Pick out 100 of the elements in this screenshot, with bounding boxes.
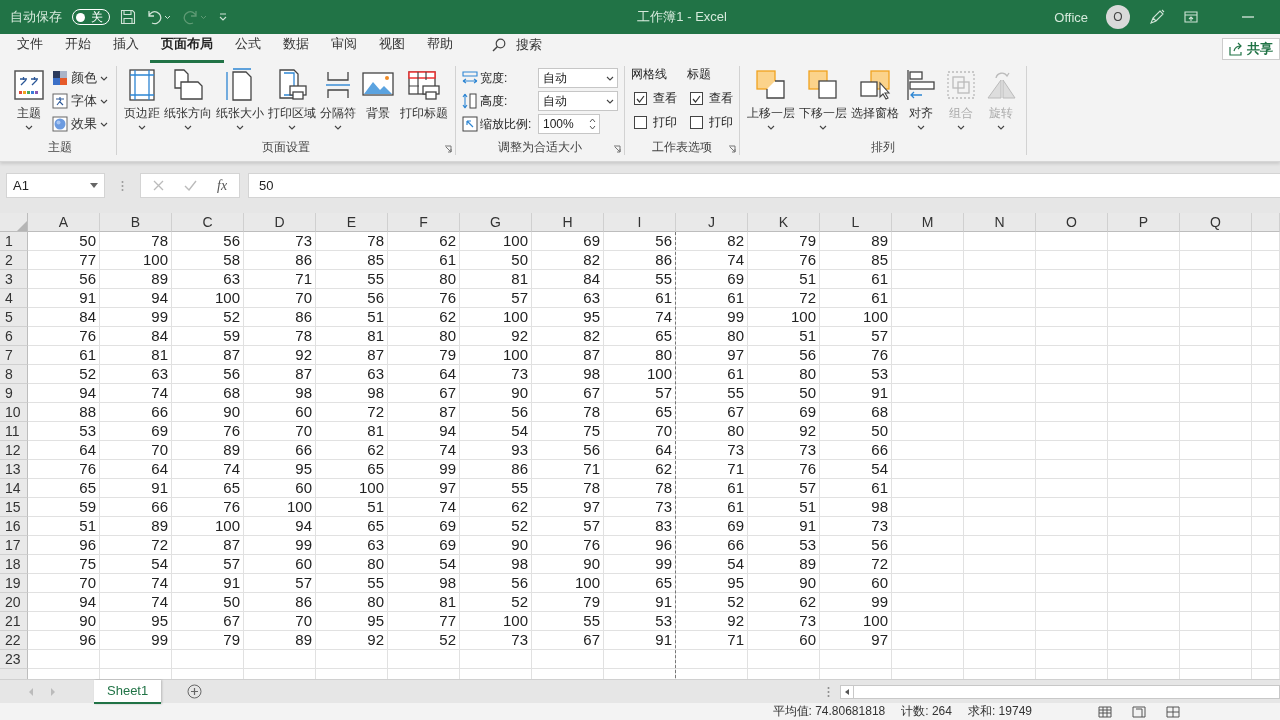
formula-field[interactable]: 50 [248, 173, 1280, 198]
column-header[interactable]: Q [1180, 213, 1252, 232]
row-header[interactable]: 14 [0, 479, 28, 498]
row-header[interactable]: 6 [0, 327, 28, 346]
ribbon-button[interactable]: 纸张大小 [215, 66, 265, 132]
row-header[interactable]: 10 [0, 403, 28, 422]
table-cell: 99 [820, 593, 892, 612]
table-cell: 85 [316, 251, 388, 270]
dropdown-field[interactable]: 自动 [538, 68, 618, 88]
table-cell: 52 [676, 593, 748, 612]
ribbon-button[interactable]: 选择窗格 [850, 66, 900, 124]
share-button[interactable]: 共享 [1222, 38, 1280, 60]
row-header[interactable]: 11 [0, 422, 28, 441]
table-cell: 75 [28, 555, 100, 574]
ribbon-button[interactable]: 上移一层 [746, 66, 796, 132]
column-header[interactable]: O [1036, 213, 1108, 232]
row-header[interactable]: 2 [0, 251, 28, 270]
ribbon-button[interactable]: 背景 [359, 66, 397, 124]
column-header[interactable]: A [28, 213, 100, 232]
menu-tab[interactable]: 开始 [54, 35, 102, 63]
row-header[interactable]: 13 [0, 460, 28, 479]
table-cell: 100 [172, 517, 244, 536]
table-cell: 73 [676, 441, 748, 460]
search-box[interactable]: 搜索 [486, 35, 548, 62]
column-header[interactable]: K [748, 213, 820, 232]
row-header[interactable]: 19 [0, 574, 28, 593]
column-header[interactable]: E [316, 213, 388, 232]
column-header[interactable]: J [676, 213, 748, 232]
ribbon-button[interactable]: 对齐 [902, 66, 940, 132]
table-cell: 100 [100, 251, 172, 270]
row-header[interactable]: 18 [0, 555, 28, 574]
menu-tab[interactable]: 视图 [368, 35, 416, 63]
row-header[interactable]: 1 [0, 232, 28, 251]
row-header[interactable]: 4 [0, 289, 28, 308]
row-header[interactable]: 8 [0, 365, 28, 384]
table-cell: 66 [820, 441, 892, 460]
spinner-field[interactable]: 100% [538, 114, 600, 134]
table-cell: 78 [532, 479, 604, 498]
ribbon-button[interactable]: 下移一层 [798, 66, 848, 132]
column-header[interactable]: G [460, 213, 532, 232]
row-header[interactable]: 12 [0, 441, 28, 460]
menu-tab[interactable]: 帮助 [416, 35, 464, 63]
row-header[interactable]: 21 [0, 612, 28, 631]
column-header[interactable]: P [1108, 213, 1180, 232]
table-cell: 87 [244, 365, 316, 384]
ribbon-button[interactable]: 效果 [50, 114, 110, 134]
ribbon-button[interactable]: 打印标题 [399, 66, 449, 124]
table-cell: 95 [316, 612, 388, 631]
table-cell: 79 [532, 593, 604, 612]
table-cell: 56 [316, 289, 388, 308]
row-header[interactable]: 17 [0, 536, 28, 555]
table-cell: 89 [748, 555, 820, 574]
name-box[interactable]: A1 [6, 173, 105, 198]
column-header[interactable]: D [244, 213, 316, 232]
row-header[interactable]: 3 [0, 270, 28, 289]
ribbon-button[interactable]: 字体 [50, 91, 110, 111]
insert-function-button[interactable]: fx [217, 177, 228, 194]
ribbon-button[interactable]: 主题 [10, 66, 48, 132]
row-header[interactable]: 7 [0, 346, 28, 365]
column-header[interactable]: F [388, 213, 460, 232]
column-header[interactable]: B [100, 213, 172, 232]
row-header[interactable]: 22 [0, 631, 28, 650]
table-cell: 57 [244, 574, 316, 593]
table-cell: 52 [388, 631, 460, 650]
table-cell: 56 [28, 270, 100, 289]
menu-tab[interactable]: 插入 [102, 35, 150, 63]
table-cell: 92 [460, 327, 532, 346]
column-header[interactable]: M [892, 213, 964, 232]
column-header[interactable]: I [604, 213, 676, 232]
sheet-tab[interactable]: Sheet1 [94, 679, 162, 704]
row-header[interactable]: 9 [0, 384, 28, 403]
menu-tab[interactable]: 文件 [6, 35, 54, 63]
checkbox-label: 查看 [709, 90, 733, 107]
table-cell: 90 [28, 612, 100, 631]
row-header[interactable]: 20 [0, 593, 28, 612]
ribbon-button[interactable]: 纸张方向 [163, 66, 213, 132]
column-header[interactable]: H [532, 213, 604, 232]
ribbon-button[interactable]: 页边距 [123, 66, 161, 132]
column-header[interactable]: N [964, 213, 1036, 232]
row-header[interactable]: 23 [0, 650, 28, 669]
table-cell: 69 [532, 232, 604, 251]
menu-tab[interactable]: 审阅 [320, 35, 368, 63]
table-cell: 80 [388, 270, 460, 289]
row-header[interactable]: 5 [0, 308, 28, 327]
table-cell: 72 [820, 555, 892, 574]
table-cell: 55 [676, 384, 748, 403]
ribbon-button[interactable]: 颜色 [50, 68, 110, 88]
ribbon-button[interactable]: 打印区域 [267, 66, 317, 132]
column-header[interactable]: L [820, 213, 892, 232]
avatar[interactable]: O [1106, 5, 1130, 29]
row-header[interactable]: 16 [0, 517, 28, 536]
column-header[interactable]: C [172, 213, 244, 232]
table-cell: 72 [748, 289, 820, 308]
dropdown-field[interactable]: 自动 [538, 91, 618, 111]
row-header[interactable]: 15 [0, 498, 28, 517]
table-cell: 68 [820, 403, 892, 422]
menu-tab[interactable]: 公式 [224, 35, 272, 63]
menu-tab[interactable]: 数据 [272, 35, 320, 63]
ribbon-button[interactable]: 分隔符 [319, 66, 357, 132]
table-cell: 73 [820, 517, 892, 536]
